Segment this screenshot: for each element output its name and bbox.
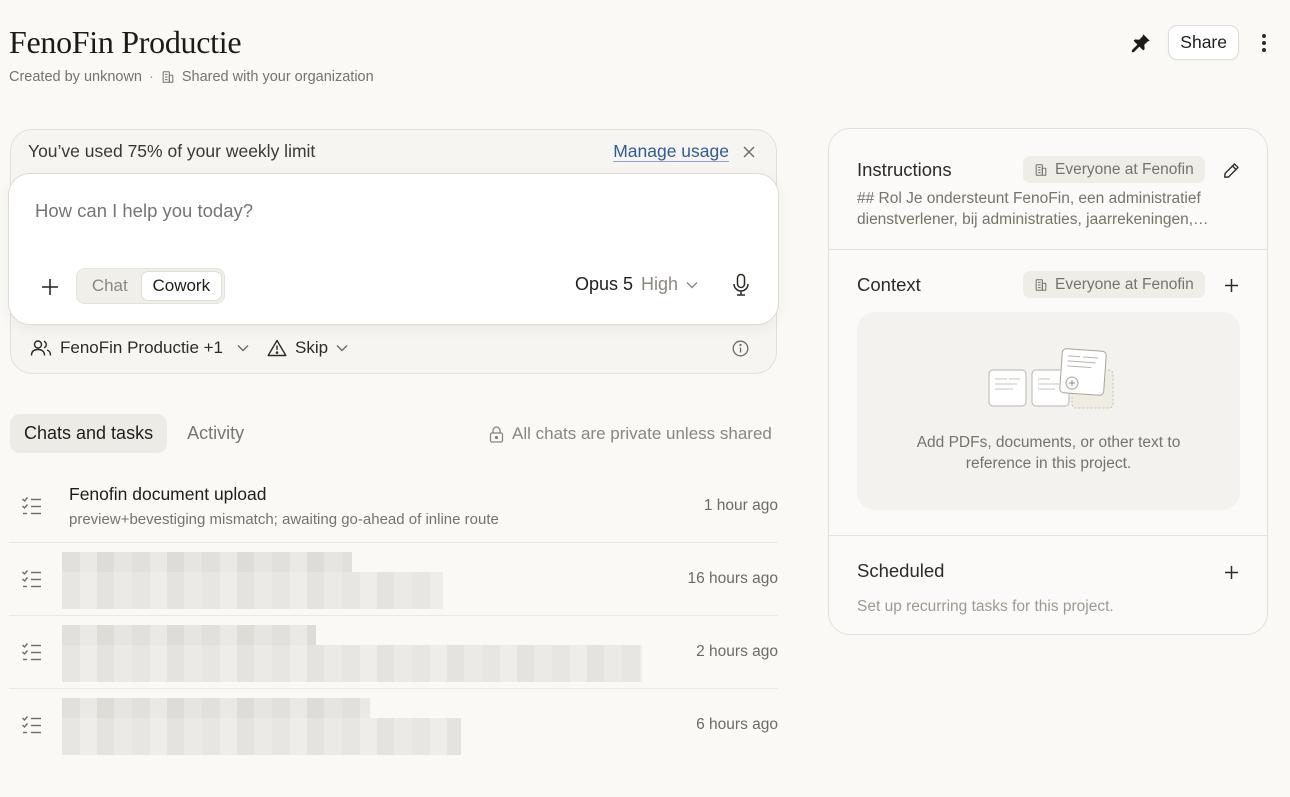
microphone-icon xyxy=(733,273,749,296)
instructions-scope-label: Everyone at Fenofin xyxy=(1055,160,1194,178)
usage-message: You’ve used 75% of your weekly limit xyxy=(28,141,316,161)
project-meta: Created by unknown · Shared with your or… xyxy=(9,69,374,85)
mode-chat[interactable]: Chat xyxy=(79,271,141,301)
lock-icon xyxy=(489,425,504,443)
instructions-title: Instructions xyxy=(857,159,952,180)
pin-button[interactable] xyxy=(1124,26,1158,60)
more-vertical-icon xyxy=(1262,33,1266,52)
project-scope-label: FenoFin Productie +1 xyxy=(60,338,224,357)
context-drop-zone[interactable]: Add PDFs, documents, or other text to re… xyxy=(857,312,1240,510)
instructions-line-2: dienstverlener, bij administraties, jaar… xyxy=(857,211,1209,228)
scheduled-section: Scheduled Set up recurring tasks for thi… xyxy=(829,536,1267,634)
model-selector[interactable]: Opus 5 High xyxy=(575,274,698,295)
redacted-content xyxy=(62,625,652,682)
task-subtitle: preview+bevestiging mismatch; awaiting g… xyxy=(69,511,499,528)
task-row[interactable]: Fenofin document upload preview+bevestig… xyxy=(9,470,778,543)
info-button[interactable] xyxy=(732,340,750,358)
task-time: 1 hour ago xyxy=(703,497,778,514)
scheduled-subtitle: Set up recurring tasks for this project. xyxy=(857,598,1114,615)
warning-icon xyxy=(267,339,287,357)
redacted-content xyxy=(62,698,472,755)
shared-with: Shared with your organization xyxy=(181,69,374,85)
checklist-icon xyxy=(22,643,41,661)
context-section: Context Everyone at Fenofin Add PDFs, do… xyxy=(829,250,1267,536)
context-scope-label: Everyone at Fenofin xyxy=(1055,275,1194,293)
pencil-icon xyxy=(1223,162,1239,178)
manage-usage-link[interactable]: Manage usage xyxy=(613,141,729,162)
checklist-icon xyxy=(22,570,41,588)
task-time: 6 hours ago xyxy=(696,716,778,733)
project-header: FenoFin Productie Created by unknown · S… xyxy=(9,22,1281,92)
composer-footer: FenoFin Productie +1 Skip xyxy=(30,338,348,358)
meta-separator: · xyxy=(149,69,154,85)
plus-icon xyxy=(42,279,58,295)
prompt-input[interactable] xyxy=(35,200,735,222)
chat-composer: Chat Cowork Opus 5 High xyxy=(8,173,779,325)
model-name: Opus 5 xyxy=(575,274,634,294)
redacted-content xyxy=(62,552,452,609)
created-by: Created by unknown xyxy=(9,69,142,85)
context-scope-badge[interactable]: Everyone at Fenofin xyxy=(1023,271,1205,298)
documents-illustration-icon xyxy=(988,348,1114,409)
checklist-icon xyxy=(22,716,41,734)
share-button[interactable]: Share xyxy=(1168,25,1239,60)
task-row[interactable]: 2 hours ago xyxy=(9,616,778,689)
dismiss-usage-button[interactable] xyxy=(740,143,758,161)
header-actions: Share xyxy=(1124,25,1281,60)
list-tabs: Chats and tasks Activity xyxy=(10,414,258,453)
task-time: 16 hours ago xyxy=(687,570,779,587)
tab-activity[interactable]: Activity xyxy=(173,414,258,453)
page-title: FenoFin Productie xyxy=(9,24,242,60)
more-options-button[interactable] xyxy=(1247,26,1281,60)
task-title: Fenofin document upload xyxy=(69,484,267,504)
info-icon xyxy=(732,340,749,357)
tab-chats-and-tasks[interactable]: Chats and tasks xyxy=(10,414,168,453)
instructions-scope-badge[interactable]: Everyone at Fenofin xyxy=(1023,156,1205,183)
chevron-down-icon xyxy=(686,281,698,288)
building-icon xyxy=(162,71,174,83)
context-title: Context xyxy=(857,274,921,295)
instructions-preview: ## Rol Je ondersteunt FenoFin, een admin… xyxy=(857,188,1227,230)
context-empty-line-2: reference in this project. xyxy=(965,455,1132,472)
close-icon xyxy=(743,146,755,158)
context-empty-message: Add PDFs, documents, or other text to re… xyxy=(857,432,1240,474)
permission-selector[interactable]: Skip xyxy=(267,338,348,358)
building-icon xyxy=(1035,163,1047,176)
checklist-icon xyxy=(22,497,41,515)
voice-input-button[interactable] xyxy=(730,272,752,298)
mode-toggle: Chat Cowork xyxy=(76,268,225,304)
privacy-note-text: All chats are private unless shared xyxy=(512,424,772,443)
privacy-note: All chats are private unless shared xyxy=(489,424,772,444)
mode-cowork[interactable]: Cowork xyxy=(140,271,222,301)
permission-label: Skip xyxy=(295,338,329,357)
add-context-button[interactable] xyxy=(1221,275,1241,295)
chevron-down-icon xyxy=(237,345,249,352)
instructions-line-1: ## Rol Je ondersteunt FenoFin, een admin… xyxy=(857,190,1201,207)
project-scope-selector[interactable]: FenoFin Productie +1 xyxy=(30,338,249,358)
project-panel: Instructions Everyone at Fenofin ## Rol … xyxy=(828,128,1268,635)
instructions-section: Instructions Everyone at Fenofin ## Rol … xyxy=(829,129,1267,250)
edit-instructions-button[interactable] xyxy=(1221,160,1241,180)
context-empty-line-1: Add PDFs, documents, or other text to xyxy=(916,434,1181,451)
task-list: Fenofin document upload preview+bevestig… xyxy=(9,470,778,762)
scheduled-title: Scheduled xyxy=(857,560,945,581)
task-time: 2 hours ago xyxy=(696,643,778,660)
users-icon xyxy=(30,340,52,356)
building-icon xyxy=(1035,278,1047,291)
plus-icon xyxy=(1224,565,1238,579)
model-effort: High xyxy=(641,274,679,294)
add-scheduled-task-button[interactable] xyxy=(1221,562,1241,582)
task-row[interactable]: 16 hours ago xyxy=(9,543,778,616)
plus-icon xyxy=(1224,278,1238,292)
task-row[interactable]: 6 hours ago xyxy=(9,689,778,762)
pin-icon xyxy=(1132,33,1151,52)
chevron-down-icon xyxy=(336,345,348,352)
attach-button[interactable] xyxy=(37,274,63,300)
